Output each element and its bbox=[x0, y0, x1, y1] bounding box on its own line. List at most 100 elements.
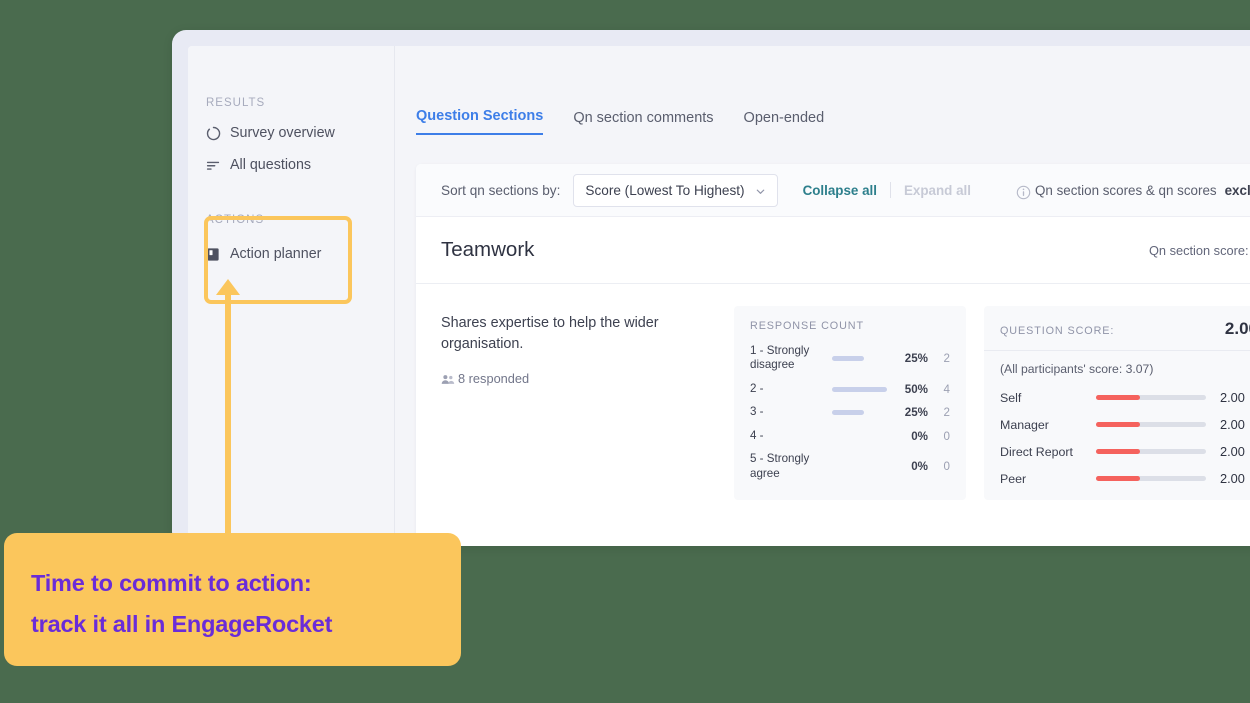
score-bar-fill bbox=[1096, 422, 1140, 427]
all-participants-score: (All participants' score: 3.07) bbox=[1000, 362, 1250, 376]
response-bar-fill bbox=[832, 387, 887, 392]
score-rater-label: Peer bbox=[1000, 472, 1096, 486]
response-percent: 0% bbox=[898, 430, 928, 443]
question-text: Shares expertise to help the wider organ… bbox=[441, 313, 716, 355]
score-bar-track bbox=[1096, 449, 1206, 454]
response-bar-track bbox=[826, 434, 892, 439]
score-value: 2.00 bbox=[1220, 444, 1245, 459]
score-row: Manager 2.00 bbox=[1000, 417, 1250, 432]
question-score-panel: QUESTION SCORE: 2.00 (All participants' … bbox=[984, 306, 1250, 500]
sidebar-item-label: Survey overview bbox=[230, 125, 335, 141]
response-option-label: 1 - Strongly disagree bbox=[750, 344, 820, 373]
app-window: RESULTS Survey overview All q bbox=[172, 30, 1250, 546]
score-bar-track bbox=[1096, 422, 1206, 427]
response-count-row: 4 - 0% 0 bbox=[750, 429, 950, 443]
sidebar-group-actions-label: ACTIONS bbox=[206, 214, 264, 226]
app-content-area: RESULTS Survey overview All q bbox=[188, 46, 1250, 546]
chevron-down-icon bbox=[755, 185, 766, 196]
response-percent: 0% bbox=[898, 460, 928, 473]
response-count-value: 0 bbox=[928, 430, 950, 443]
score-row: Self 2.00 bbox=[1000, 390, 1250, 405]
sort-label: Sort qn sections by: bbox=[441, 183, 560, 198]
main-content: Question Sections Qn section comments Op… bbox=[395, 46, 1250, 546]
collapse-all-button[interactable]: Collapse all bbox=[803, 183, 877, 198]
response-bar-track bbox=[826, 464, 892, 469]
score-value: 2.00 bbox=[1220, 417, 1245, 432]
question-row: Shares expertise to help the wider organ… bbox=[416, 284, 1250, 526]
response-percent: 25% bbox=[898, 406, 928, 419]
exclude-note-text: Qn section scores & qn scores bbox=[1035, 183, 1217, 198]
score-bar-track bbox=[1096, 395, 1206, 400]
score-bar-fill bbox=[1096, 449, 1140, 454]
sidebar-item-all-questions[interactable]: All questions bbox=[206, 157, 311, 173]
section-header-teamwork: Teamwork Qn section score: 2.00 bbox=[416, 217, 1250, 284]
score-rater-label: Direct Report bbox=[1000, 445, 1096, 459]
response-count-panel: RESPONSE COUNT 1 - Strongly disagree 25%… bbox=[734, 306, 966, 500]
score-rater-label: Self bbox=[1000, 391, 1096, 405]
question-info: Shares expertise to help the wider organ… bbox=[441, 306, 716, 500]
response-count-value: 2 bbox=[928, 352, 950, 365]
response-option-label: 3 - bbox=[750, 405, 820, 419]
response-count-value: 4 bbox=[928, 383, 950, 396]
response-count-row: 1 - Strongly disagree 25% 2 bbox=[750, 344, 950, 373]
score-row: Peer 2.00 bbox=[1000, 471, 1250, 486]
donut-chart-icon bbox=[206, 126, 221, 141]
score-bar-track bbox=[1096, 476, 1206, 481]
section-title: Teamwork bbox=[441, 238, 534, 262]
response-option-label: 2 - bbox=[750, 382, 820, 396]
score-bar-fill bbox=[1096, 395, 1140, 400]
response-bar-fill bbox=[832, 356, 864, 361]
section-score: Qn section score: 2.00 bbox=[1149, 243, 1250, 258]
question-responded: 8 responded bbox=[441, 371, 716, 386]
list-filter-icon bbox=[206, 158, 221, 173]
info-icon[interactable] bbox=[1016, 185, 1027, 196]
sidebar-item-survey-overview[interactable]: Survey overview bbox=[206, 125, 335, 141]
response-bar-track bbox=[826, 356, 892, 361]
exclude-note: Qn section scores & qn scores exclude Se bbox=[1016, 183, 1250, 198]
response-count-row: 3 - 25% 2 bbox=[750, 405, 950, 419]
sidebar-item-action-planner[interactable]: Action planner bbox=[206, 246, 321, 262]
response-count-row: 5 - Strongly agree 0% 0 bbox=[750, 452, 950, 481]
results-card: Sort qn sections by: Score (Lowest To Hi… bbox=[416, 164, 1250, 546]
section-header-right: Qn section score: 2.00 bbox=[1149, 238, 1250, 263]
tab-bar: Question Sections Qn section comments Op… bbox=[416, 108, 824, 135]
score-row: Direct Report 2.00 bbox=[1000, 444, 1250, 459]
book-icon bbox=[206, 247, 221, 262]
callout-text: Time to commit to action: track it all i… bbox=[31, 563, 332, 644]
score-bar-fill bbox=[1096, 476, 1140, 481]
score-value: 2.00 bbox=[1220, 471, 1245, 486]
score-value: 2.00 bbox=[1220, 390, 1245, 405]
response-option-label: 5 - Strongly agree bbox=[750, 452, 820, 481]
section-header-networks-relationships: Networks / Relationships Qn section scor… bbox=[416, 526, 1250, 546]
response-count-title: RESPONSE COUNT bbox=[750, 320, 950, 332]
toolbar-divider bbox=[890, 182, 891, 198]
response-option-label: 4 - bbox=[750, 429, 820, 443]
response-bar-fill bbox=[832, 410, 864, 415]
tab-qn-section-comments[interactable]: Qn section comments bbox=[573, 110, 713, 135]
callout-arrow-head bbox=[216, 279, 240, 295]
question-score-title: QUESTION SCORE: bbox=[1000, 325, 1114, 337]
exclude-note-bold: exclude Se bbox=[1225, 183, 1250, 198]
response-percent: 25% bbox=[898, 352, 928, 365]
response-percent: 50% bbox=[898, 383, 928, 396]
sort-toolbar: Sort qn sections by: Score (Lowest To Hi… bbox=[416, 164, 1250, 217]
people-icon bbox=[441, 373, 452, 384]
sort-select-value: Score (Lowest To Highest) bbox=[585, 183, 744, 198]
tab-open-ended[interactable]: Open-ended bbox=[744, 110, 825, 135]
response-bar-track bbox=[826, 410, 892, 415]
tab-question-sections[interactable]: Question Sections bbox=[416, 108, 543, 135]
question-score-body: (All participants' score: 3.07) Self 2.0… bbox=[984, 351, 1250, 500]
expand-all-button: Expand all bbox=[904, 183, 971, 198]
callout-arrow-stem bbox=[225, 293, 231, 541]
sort-select[interactable]: Score (Lowest To Highest) bbox=[573, 174, 777, 207]
response-count-value: 2 bbox=[928, 406, 950, 419]
score-rater-label: Manager bbox=[1000, 418, 1096, 432]
response-bar-track bbox=[826, 387, 892, 392]
question-score-value: 2.00 bbox=[1225, 319, 1250, 339]
sidebar-item-label: Action planner bbox=[230, 246, 321, 262]
question-score-header: QUESTION SCORE: 2.00 bbox=[984, 306, 1250, 351]
callout-banner: Time to commit to action: track it all i… bbox=[4, 533, 461, 666]
sidebar: RESULTS Survey overview All q bbox=[188, 46, 395, 546]
response-count-row: 2 - 50% 4 bbox=[750, 382, 950, 396]
sidebar-group-results-label: RESULTS bbox=[206, 97, 265, 109]
